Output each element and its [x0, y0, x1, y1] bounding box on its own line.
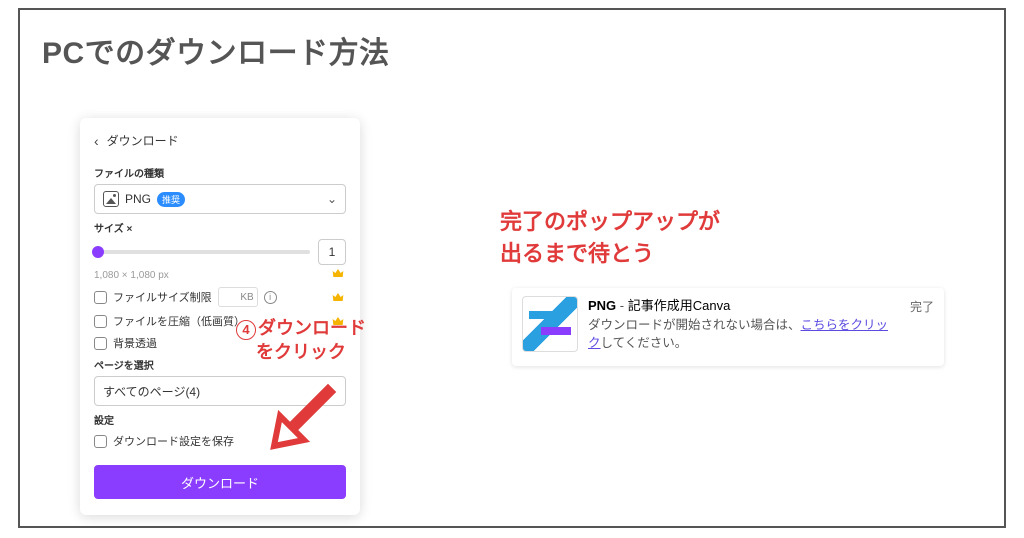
save-settings-checkbox[interactable]: [94, 435, 107, 448]
transparent-bg-checkbox[interactable]: [94, 337, 107, 350]
crown-icon: [330, 265, 346, 281]
page-title: PCでのダウンロード方法: [42, 28, 982, 72]
popup-status: 完了: [910, 296, 934, 315]
info-icon[interactable]: i: [264, 291, 277, 304]
download-complete-popup: PNG - 記事作成用Canva ダウンロードが開始されない場合は、こちらをクリ…: [512, 288, 944, 366]
file-type-label: ファイルの種類: [94, 165, 346, 180]
annotation-step-4: 4ダウンロード をクリック: [236, 316, 366, 365]
popup-description: ダウンロードが開始されない場合は、こちらをクリックしてください。: [588, 316, 900, 354]
file-thumbnail: [522, 296, 578, 352]
size-label: サイズ ×: [94, 220, 346, 235]
panel-header: ‹ ダウンロード: [94, 128, 346, 159]
pages-value: すべてのページ(4): [103, 383, 200, 400]
file-size-limit-checkbox[interactable]: [94, 291, 107, 304]
back-icon[interactable]: ‹: [94, 133, 99, 149]
compress-label: ファイルを圧縮（低画質）: [113, 313, 245, 329]
slider-thumb[interactable]: [92, 246, 104, 258]
kb-input[interactable]: KB: [218, 287, 258, 307]
annotation-wait-popup: 完了のポップアップが 出るまで待とう: [500, 206, 720, 270]
compress-checkbox[interactable]: [94, 315, 107, 328]
size-slider[interactable]: [94, 250, 310, 254]
size-value-input[interactable]: 1: [318, 239, 346, 265]
transparent-bg-label: 背景透過: [113, 335, 157, 351]
save-settings-label: ダウンロード設定を保存: [113, 433, 234, 449]
step-number-circle: 4: [236, 320, 256, 340]
download-button[interactable]: ダウンロード: [94, 465, 346, 499]
panel-title: ダウンロード: [107, 132, 179, 149]
chevron-down-icon: ⌄: [327, 192, 337, 206]
file-type-value: PNG: [125, 192, 151, 206]
popup-title: PNG - 記事作成用Canva: [588, 296, 900, 316]
dimensions-text: 1,080 × 1,080 px: [94, 270, 169, 281]
recommended-badge: 推奨: [157, 192, 185, 207]
crown-icon: [330, 289, 346, 305]
file-type-select[interactable]: PNG 推奨 ⌄: [94, 184, 346, 214]
image-icon: [103, 191, 119, 207]
arrow-annotation: [260, 380, 350, 460]
file-size-limit-label: ファイルサイズ制限: [113, 289, 212, 305]
